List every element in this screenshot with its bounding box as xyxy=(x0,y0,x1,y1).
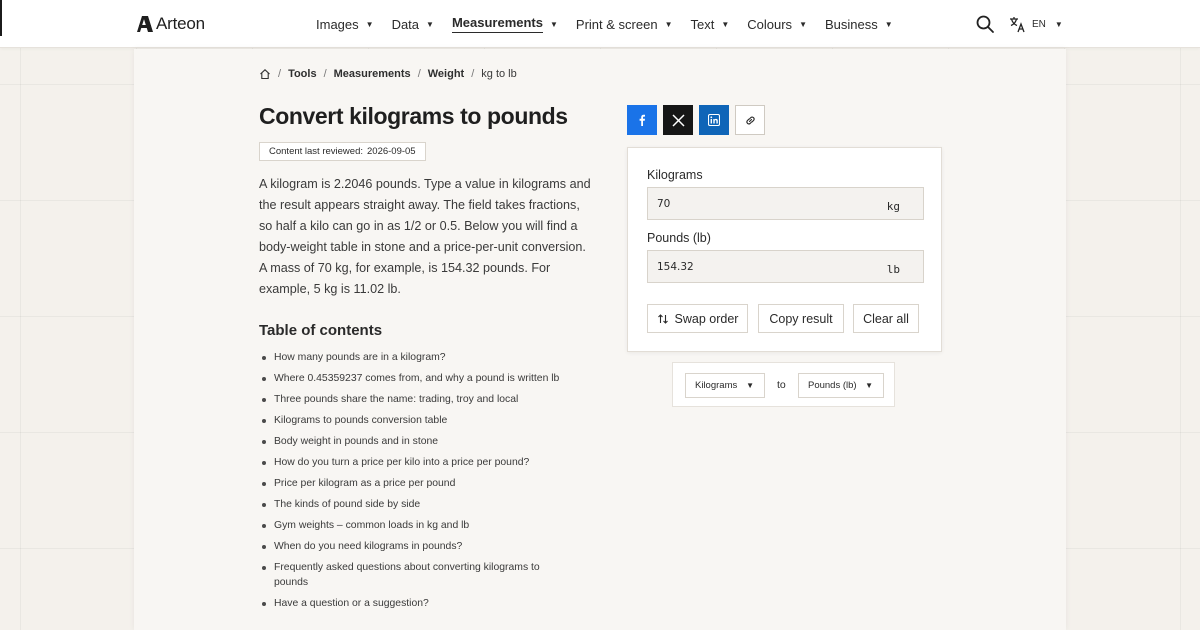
caret-down-icon: ▼ xyxy=(1054,19,1063,29)
clear-all-label: Clear all xyxy=(863,311,909,326)
caret-down-icon: ▼ xyxy=(426,19,434,29)
caret-down-icon: ▼ xyxy=(746,381,754,390)
pounds-label: Pounds (lb) xyxy=(647,231,711,245)
kilograms-input[interactable]: 70 kg xyxy=(647,187,924,220)
reviewed-label: Content last reviewed: xyxy=(269,146,363,157)
breadcrumb-separator: / xyxy=(417,68,421,80)
site-header: Arteon Images ▼ Data ▼ Measurements ▼ Print… xyxy=(0,0,1200,48)
copy-result-label: Copy result xyxy=(769,311,833,326)
share-facebook-button[interactable] xyxy=(627,105,657,135)
toc-item[interactable]: How many pounds are in a kilogram? xyxy=(262,350,594,365)
to-unit-value: Pounds (lb) xyxy=(808,380,857,391)
logo-mark-icon xyxy=(137,16,153,32)
toc-title: Table of contents xyxy=(259,322,383,339)
reviewed-badge: Content last reviewed: 2026-09-05 xyxy=(259,142,426,161)
caret-down-icon: ▼ xyxy=(550,19,558,29)
nav-item-images[interactable]: Images ▼ xyxy=(316,0,374,48)
toc-item[interactable]: Three pounds share the name: trading, tr… xyxy=(262,392,594,407)
toc-item[interactable]: The kinds of pound side by side xyxy=(262,497,594,512)
nav-item-data[interactable]: Data ▼ xyxy=(392,0,434,48)
nav-item-text[interactable]: Text ▼ xyxy=(691,0,730,48)
pounds-value: 154.32 xyxy=(657,261,694,273)
pounds-input[interactable]: 154.32 lb xyxy=(647,250,924,283)
toc-item[interactable]: Kilograms to pounds conversion table xyxy=(262,413,594,428)
breadcrumb-separator: / xyxy=(323,68,327,80)
caret-down-icon: ▼ xyxy=(865,381,873,390)
brand-logo[interactable]: Arteon xyxy=(137,14,205,34)
nav-label: Data xyxy=(391,16,420,32)
breadcrumb-current: kg to lb xyxy=(481,68,517,80)
main-nav: Images ▼ Data ▼ Measurements ▼ Print & scre… xyxy=(316,0,911,48)
breadcrumb-separator: / xyxy=(278,68,282,80)
nav-label: Text xyxy=(690,16,715,32)
brand-name: Arteon xyxy=(156,14,205,33)
pounds-unit: lb xyxy=(886,263,900,276)
toc-item[interactable]: Price per kilogram as a price per pound xyxy=(262,476,594,491)
from-unit-select[interactable]: Kilograms ▼ xyxy=(685,373,765,398)
nav-item-business[interactable]: Business ▼ xyxy=(825,0,893,48)
share-linkedin-button[interactable] xyxy=(699,105,729,135)
nav-label: Images xyxy=(316,16,359,32)
nav-item-print-screen[interactable]: Print & screen ▼ xyxy=(576,0,673,48)
swap-order-label: Swap order xyxy=(674,311,739,326)
breadcrumb: / Tools / Measurements / Weight / kg to … xyxy=(259,68,517,80)
breadcrumb-measurements[interactable]: Measurements xyxy=(334,68,411,80)
home-icon[interactable] xyxy=(259,68,271,80)
nav-item-measurements[interactable]: Measurements ▼ xyxy=(451,0,558,48)
x-icon xyxy=(671,113,685,127)
copy-link-button[interactable] xyxy=(735,105,765,135)
caret-down-icon: ▼ xyxy=(799,19,807,29)
unit-selector-row: Kilograms ▼ to Pounds (lb) ▼ xyxy=(672,362,895,407)
linkedin-icon xyxy=(708,114,720,126)
reviewed-date: 2026-09-05 xyxy=(367,146,416,157)
nav-label: Colours xyxy=(747,16,793,32)
share-x-button[interactable] xyxy=(663,105,693,135)
toc-item[interactable]: Have a question or a suggestion? xyxy=(262,596,594,611)
language-selector[interactable]: EN ▼ xyxy=(1009,14,1063,34)
nav-label: Measurements xyxy=(451,15,543,33)
toc-item[interactable]: How do you turn a price per kilo into a … xyxy=(262,455,594,470)
toc-item[interactable]: Gym weights – common loads in kg and lb xyxy=(262,518,594,533)
window-edge-marker xyxy=(0,0,2,36)
caret-down-icon: ▼ xyxy=(664,19,673,29)
search-button[interactable] xyxy=(975,14,995,34)
toc-item[interactable]: Body weight in pounds and in stone xyxy=(262,434,594,449)
kilograms-value: 70 xyxy=(657,198,671,210)
link-icon xyxy=(745,116,755,124)
to-unit-select[interactable]: Pounds (lb) ▼ xyxy=(798,373,884,398)
toc-item[interactable]: Frequently asked questions about convert… xyxy=(262,560,559,590)
table-of-contents: How many pounds are in a kilogram? Where… xyxy=(262,350,594,617)
nav-item-colours[interactable]: Colours ▼ xyxy=(747,0,807,48)
nav-label: Business xyxy=(824,16,878,32)
search-icon xyxy=(976,15,994,33)
toc-item[interactable]: When do you need kilograms in pounds? xyxy=(262,539,594,554)
breadcrumb-tools[interactable]: Tools xyxy=(288,68,317,80)
converter-card: Kilograms 70 kg Pounds (lb) 154.32 lb Sw… xyxy=(627,147,942,352)
page-title: Convert kilograms to pounds xyxy=(259,103,568,129)
language-code: EN xyxy=(1032,18,1046,30)
from-unit-value: Kilograms xyxy=(695,380,738,391)
kilograms-unit: kg xyxy=(886,200,900,213)
copy-result-button[interactable]: Copy result xyxy=(758,304,844,333)
breadcrumb-weight[interactable]: Weight xyxy=(428,68,464,80)
swap-icon xyxy=(657,313,668,324)
kilograms-label: Kilograms xyxy=(647,168,703,182)
swap-order-button[interactable]: Swap order xyxy=(647,304,748,333)
clear-all-button[interactable]: Clear all xyxy=(853,304,919,333)
to-label: to xyxy=(777,379,786,391)
caret-down-icon: ▼ xyxy=(884,19,893,29)
share-bar xyxy=(627,105,771,135)
caret-down-icon: ▼ xyxy=(721,19,730,29)
toc-item[interactable]: Where 0.45359237 comes from, and why a p… xyxy=(262,371,594,386)
caret-down-icon: ▼ xyxy=(365,19,374,29)
facebook-icon xyxy=(639,114,645,126)
intro-paragraph: A kilogram is 2.2046 pounds. Type a valu… xyxy=(259,177,591,296)
nav-label: Print & screen xyxy=(575,16,658,32)
translate-icon xyxy=(1010,16,1025,32)
breadcrumb-separator: / xyxy=(471,68,475,80)
